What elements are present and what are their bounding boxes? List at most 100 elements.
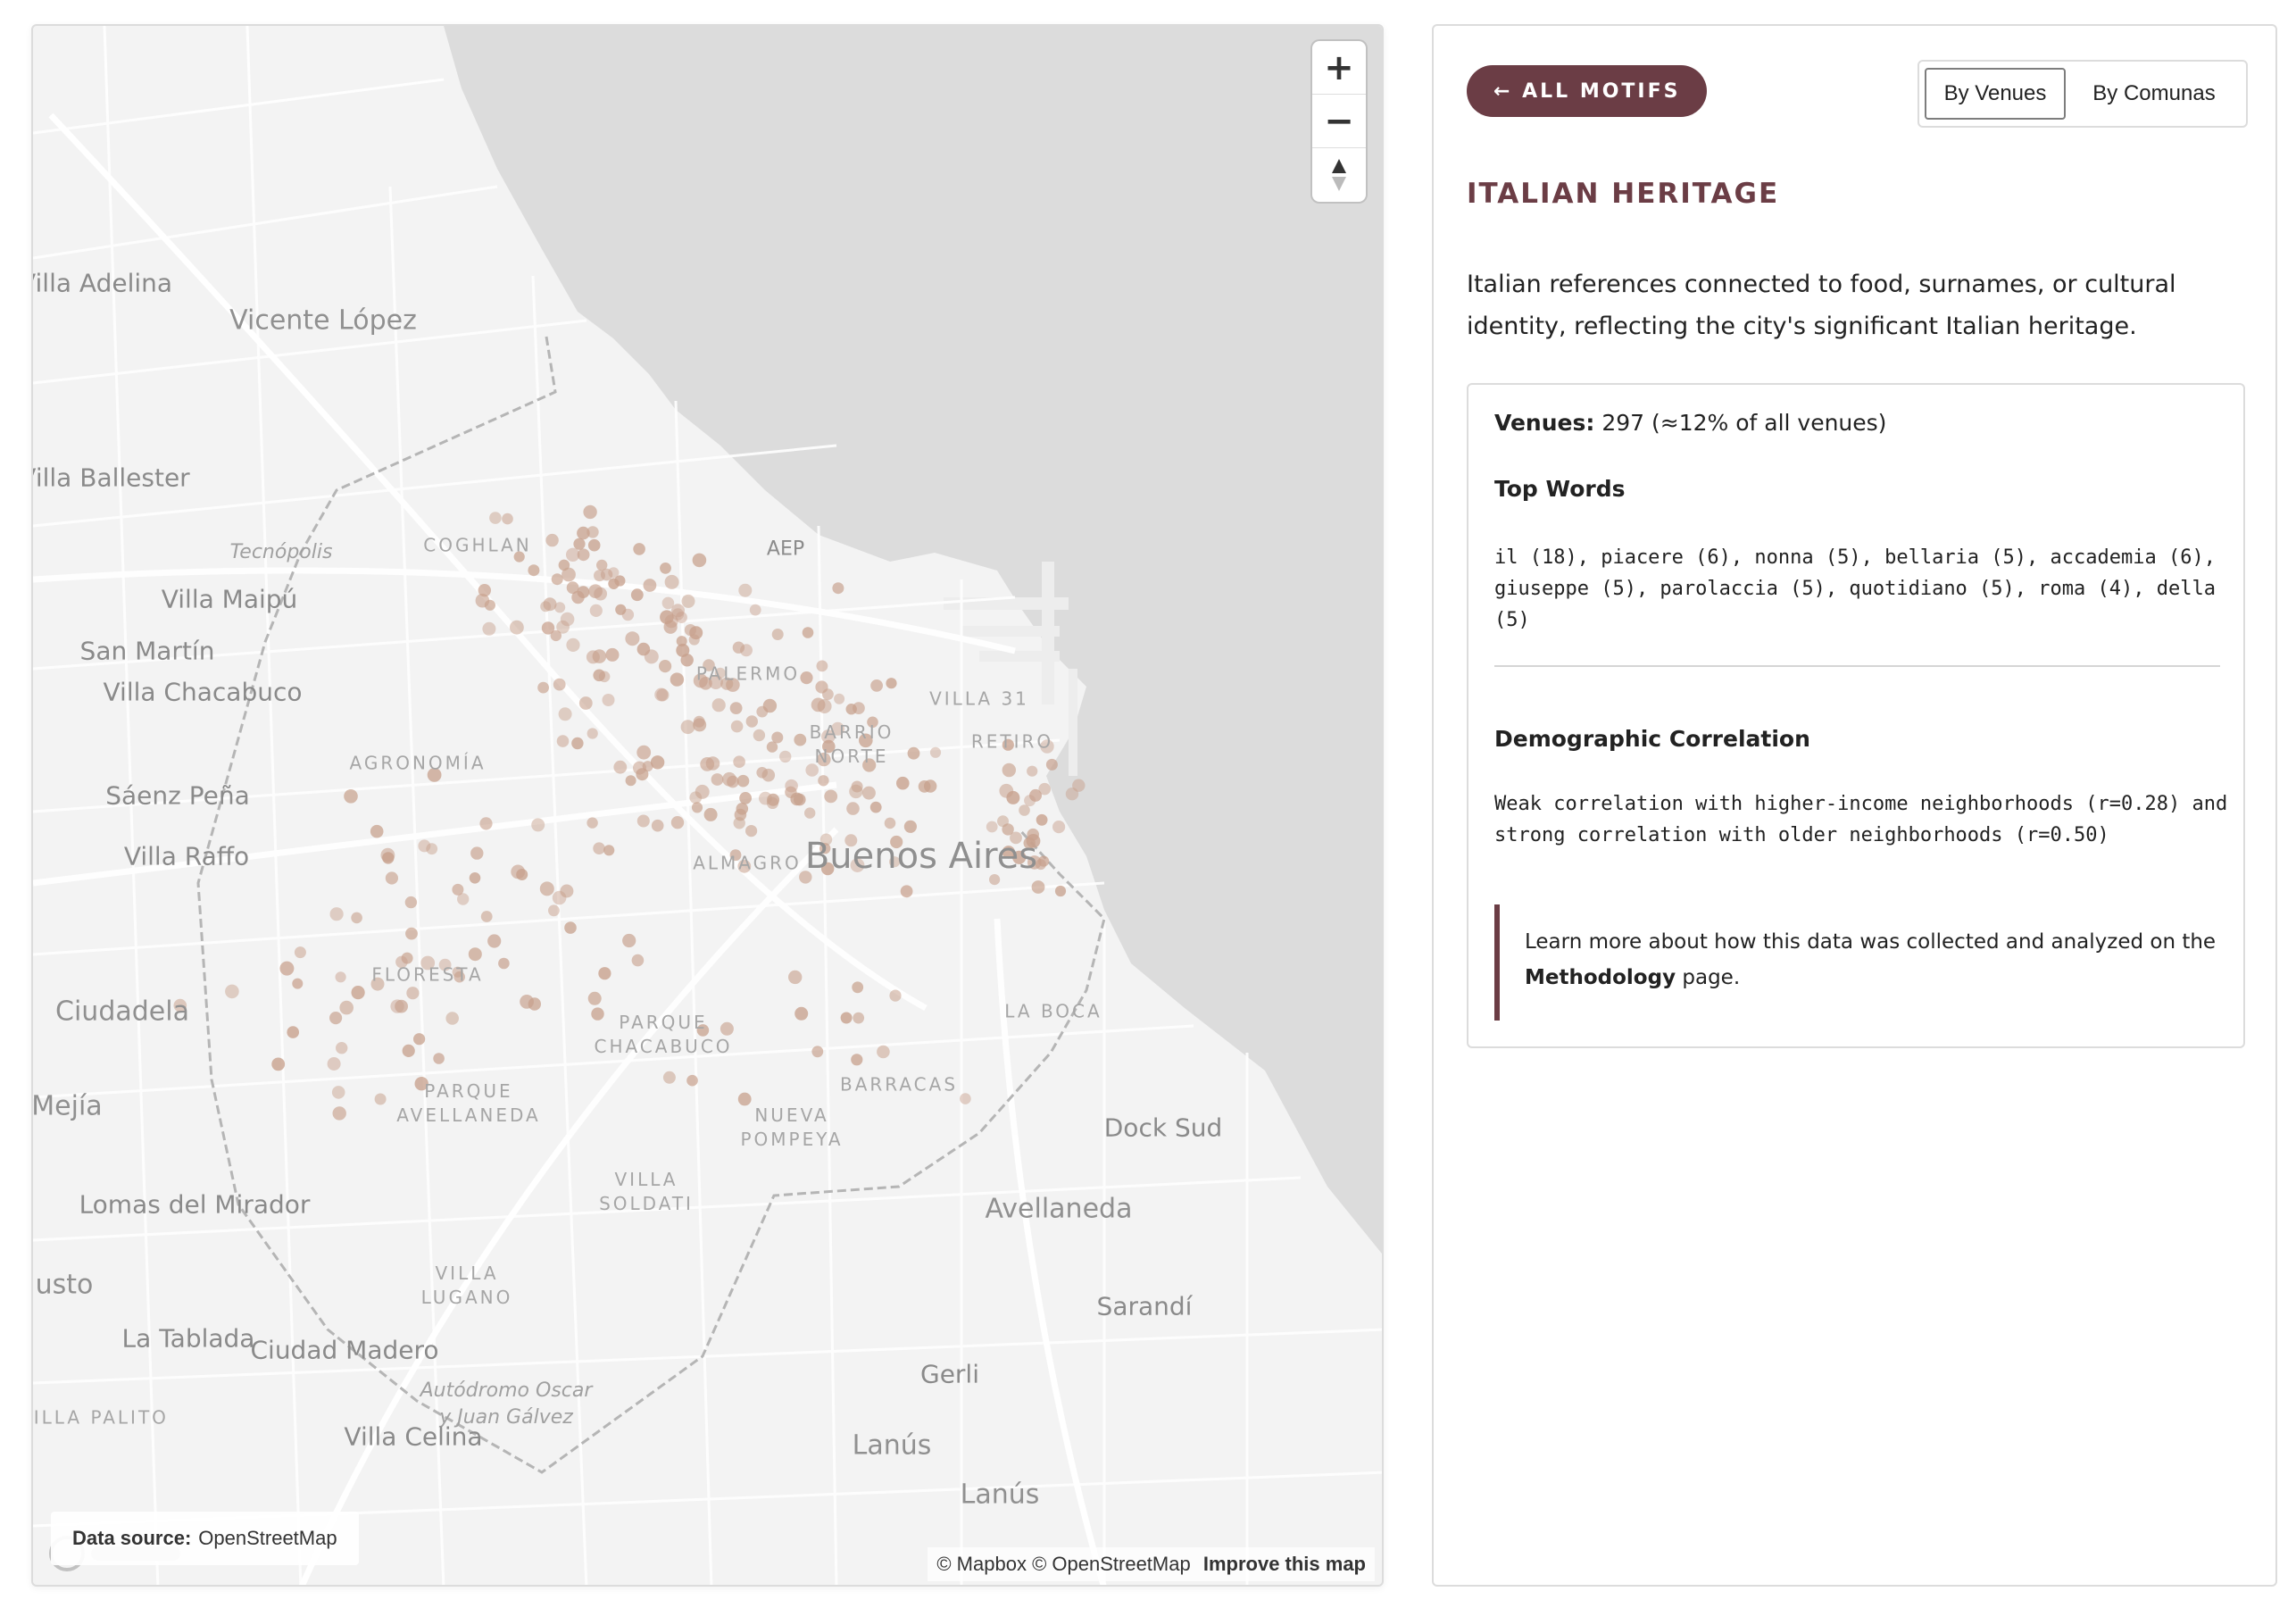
venue-dot[interactable] — [587, 538, 601, 552]
venue-dot[interactable] — [577, 548, 590, 562]
venue-dot[interactable] — [738, 583, 753, 597]
venue-dot[interactable] — [433, 1053, 445, 1064]
venue-dot[interactable] — [630, 588, 644, 602]
venue-dot[interactable] — [457, 893, 470, 905]
venue-dot[interactable] — [589, 604, 603, 618]
venue-dot[interactable] — [339, 1000, 354, 1015]
venue-dot[interactable] — [670, 816, 685, 829]
venue-dot[interactable] — [681, 594, 695, 608]
venue-dot[interactable] — [335, 971, 346, 983]
venue-dot[interactable] — [651, 819, 664, 832]
venue-dot[interactable] — [800, 671, 813, 685]
venue-dot[interactable] — [613, 760, 628, 774]
zoom-out-button[interactable]: − — [1312, 95, 1366, 148]
venue-dot[interactable] — [520, 995, 534, 1009]
venue-dot[interactable] — [603, 845, 615, 856]
venue-dot[interactable] — [929, 746, 942, 758]
venue-dot[interactable] — [332, 1106, 346, 1121]
venue-dot[interactable] — [480, 911, 493, 922]
venue-dot[interactable] — [834, 693, 845, 704]
venue-dot[interactable] — [510, 620, 524, 635]
venue-dot[interactable] — [558, 707, 572, 721]
venue-dot[interactable] — [811, 697, 826, 712]
venue-dot[interactable] — [691, 802, 703, 813]
venue-dot[interactable] — [395, 999, 408, 1013]
venue-dot[interactable] — [622, 933, 636, 948]
venue-dot[interactable] — [670, 672, 685, 687]
venue-dot[interactable] — [479, 817, 493, 830]
venue-dot[interactable] — [586, 817, 598, 829]
venue-dot[interactable] — [593, 842, 605, 854]
venue-dot[interactable] — [566, 638, 580, 653]
venue-dot[interactable] — [636, 814, 650, 828]
venue-dot[interactable] — [1029, 788, 1042, 802]
venue-dot[interactable] — [739, 792, 752, 804]
venue-dot[interactable] — [370, 824, 384, 838]
venue-dot[interactable] — [693, 718, 707, 732]
venue-dot[interactable] — [745, 825, 758, 838]
venue-dot[interactable] — [294, 946, 306, 959]
venue-dot[interactable] — [545, 533, 559, 547]
venue-dot[interactable] — [1065, 788, 1079, 801]
venue-dot[interactable] — [767, 793, 780, 806]
venue-dot[interactable] — [1054, 885, 1067, 897]
venue-dot[interactable] — [558, 559, 570, 571]
venue-dot[interactable] — [900, 885, 913, 898]
venue-dot[interactable] — [849, 784, 863, 799]
venue-dot[interactable] — [560, 884, 574, 898]
venue-dot[interactable] — [336, 1042, 348, 1054]
venue-dot[interactable] — [745, 715, 758, 728]
venue-dot[interactable] — [960, 1093, 971, 1104]
venue-dot[interactable] — [832, 582, 844, 595]
venue-dot[interactable] — [761, 768, 776, 782]
venue-dot[interactable] — [329, 1012, 343, 1025]
venue-dot[interactable] — [593, 669, 605, 682]
venue-dot[interactable] — [327, 1057, 341, 1071]
venue-dot[interactable] — [489, 512, 502, 524]
venue-dot[interactable] — [498, 957, 510, 970]
venue-dot[interactable] — [999, 783, 1014, 798]
venue-dot[interactable] — [331, 1086, 345, 1099]
venue-dot[interactable] — [663, 620, 678, 634]
venue-dot[interactable] — [794, 1006, 809, 1021]
venue-dot[interactable] — [816, 660, 828, 672]
venue-dot[interactable] — [1002, 762, 1017, 778]
venue-dot[interactable] — [385, 871, 398, 885]
venue-dot[interactable] — [577, 526, 590, 540]
venue-dot[interactable] — [662, 1071, 676, 1084]
venue-dot[interactable] — [405, 927, 418, 940]
venue-dot[interactable] — [598, 967, 611, 980]
venue-dot[interactable] — [605, 647, 620, 662]
venue-dot[interactable] — [469, 872, 481, 884]
compass-north-icon[interactable] — [1312, 148, 1366, 202]
venue-dot[interactable] — [586, 728, 598, 739]
venue-dot[interactable] — [625, 775, 636, 787]
venue-dot[interactable] — [633, 761, 646, 775]
venue-dot[interactable] — [676, 643, 690, 657]
venue-dot[interactable] — [528, 564, 540, 577]
venue-dot[interactable] — [852, 981, 864, 994]
venue-dot[interactable] — [692, 553, 707, 568]
venue-dot[interactable] — [736, 803, 749, 815]
venue-dot[interactable] — [660, 562, 671, 574]
methodology-link[interactable]: Methodology — [1525, 966, 1676, 989]
venue-dot[interactable] — [818, 775, 829, 787]
venue-dot[interactable] — [889, 989, 902, 1002]
venue-dot[interactable] — [689, 791, 703, 804]
venue-dot[interactable] — [633, 543, 645, 555]
venue-dot[interactable] — [406, 987, 420, 1000]
attribution-osm-link[interactable]: © OpenStreetMap — [1032, 1553, 1191, 1575]
venue-dot[interactable] — [413, 1033, 426, 1046]
venue-dot[interactable] — [418, 839, 431, 853]
venue-dot[interactable] — [736, 774, 750, 788]
venue-dot[interactable] — [703, 807, 718, 821]
venue-dot[interactable] — [511, 864, 526, 879]
venue-dot[interactable] — [896, 776, 910, 790]
zoom-in-button[interactable]: + — [1312, 41, 1366, 95]
venue-dot[interactable] — [287, 1026, 300, 1038]
venue-dot[interactable] — [686, 1074, 698, 1087]
venue-dot[interactable] — [537, 681, 549, 694]
venue-dot[interactable] — [615, 604, 627, 615]
venue-dot[interactable] — [700, 757, 715, 771]
venue-dot[interactable] — [733, 755, 745, 768]
